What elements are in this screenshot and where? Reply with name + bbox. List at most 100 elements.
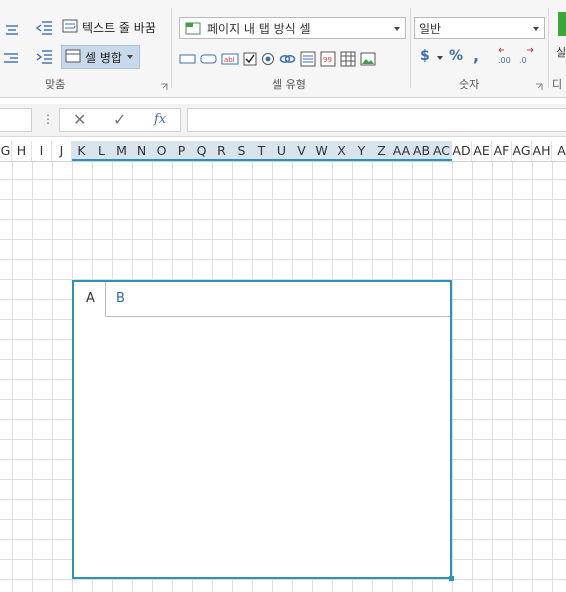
- list-icon[interactable]: [300, 51, 316, 70]
- column-header-s[interactable]: S: [232, 141, 252, 161]
- tab-cell-type-icon: [185, 21, 201, 35]
- column-header-k[interactable]: K: [72, 141, 92, 161]
- column-header-w[interactable]: W: [312, 141, 332, 161]
- column-header-l[interactable]: L: [92, 141, 112, 161]
- textbox-icon[interactable]: [179, 53, 196, 68]
- column-header-y[interactable]: Y: [352, 141, 372, 161]
- label-icon[interactable]: abl: [221, 52, 239, 69]
- column-header-ab[interactable]: AB: [412, 141, 432, 161]
- group-separator: [171, 8, 172, 88]
- radio-icon[interactable]: [261, 52, 275, 69]
- cell-type-select[interactable]: 페이지 내 탭 방식 셀: [179, 17, 406, 39]
- align-center-icon[interactable]: [0, 22, 20, 40]
- column-header-ag[interactable]: AG: [512, 141, 532, 161]
- number-format-select[interactable]: 일반: [414, 17, 545, 39]
- comma-style-button[interactable]: ,: [473, 46, 479, 65]
- column-header-g[interactable]: G: [0, 141, 12, 161]
- svg-text:.0: .0: [519, 56, 527, 65]
- selected-columns-indicator: [72, 159, 452, 161]
- hyperlink-icon[interactable]: [279, 53, 296, 68]
- currency-label: $: [420, 48, 430, 64]
- column-header-n[interactable]: N: [132, 141, 152, 161]
- column-header-ae[interactable]: AE: [472, 141, 492, 161]
- svg-text:abl: abl: [224, 56, 235, 64]
- column-header-q[interactable]: Q: [192, 141, 212, 161]
- column-header-a[interactable]: A: [552, 141, 566, 161]
- decrease-decimal-button[interactable]: .0: [518, 46, 536, 66]
- comma-label: ,: [473, 46, 480, 65]
- checkbox-icon[interactable]: [243, 52, 257, 69]
- column-header-h[interactable]: H: [12, 141, 32, 161]
- column-header-ac[interactable]: AC: [432, 141, 452, 161]
- ribbon: 텍스트 줄 바꿈 셀 병합 맞춤 페이지 내 탭 방식 셀 abl 99 셀 유…: [0, 0, 566, 98]
- alignment-group-label: 맞춤: [45, 78, 66, 91]
- column-header-i[interactable]: I: [32, 141, 52, 161]
- formula-bar-splitter-icon[interactable]: ⋮: [42, 112, 54, 126]
- formula-bar: ⋮ ✕ ✓ fx: [0, 104, 566, 137]
- cancel-icon[interactable]: ✕: [73, 110, 86, 129]
- alignment-dialog-launcher-icon[interactable]: [160, 80, 168, 94]
- tab-strip-control[interactable]: A B: [72, 280, 454, 581]
- column-header-j[interactable]: J: [52, 141, 72, 161]
- merge-cells-icon: [65, 48, 81, 67]
- number-group-label: 숫자: [459, 78, 480, 91]
- insert-function-icon[interactable]: fx: [154, 112, 166, 127]
- merge-cells-dropdown-icon: [126, 55, 133, 59]
- cell-type-group-label: 셀 유형: [272, 78, 306, 91]
- wrap-text-icon: [62, 18, 78, 37]
- partial-group-label: 디: [552, 78, 563, 91]
- button-icon[interactable]: [200, 53, 217, 68]
- tab-content-divider: [74, 316, 450, 317]
- number-format-value: 일반: [419, 21, 442, 36]
- partial-label-top: 실: [556, 46, 566, 59]
- column-header-ah[interactable]: AH: [532, 141, 552, 161]
- formula-input[interactable]: [187, 108, 566, 132]
- column-header-u[interactable]: U: [272, 141, 292, 161]
- tab-a[interactable]: A: [74, 282, 106, 317]
- tab-a-label: A: [86, 291, 95, 306]
- percent-button[interactable]: %: [449, 48, 463, 64]
- number-dialog-launcher-icon[interactable]: [535, 80, 543, 94]
- formula-buttons: ✕ ✓ fx: [59, 108, 181, 132]
- column-header-p[interactable]: P: [172, 141, 192, 161]
- column-header-af[interactable]: AF: [492, 141, 512, 161]
- cell-type-selected-value: 페이지 내 탭 방식 셀: [207, 21, 311, 36]
- svg-text:99: 99: [323, 56, 332, 64]
- increase-indent-icon[interactable]: [34, 47, 54, 67]
- wrap-text-button[interactable]: 텍스트 줄 바꿈: [62, 17, 156, 37]
- column-header-o[interactable]: O: [152, 141, 172, 161]
- column-header-t[interactable]: T: [252, 141, 272, 161]
- svg-text:.00: .00: [498, 56, 511, 65]
- align-right-icon[interactable]: [0, 50, 20, 68]
- merge-cells-button[interactable]: 셀 병합: [61, 45, 140, 69]
- column-header-x[interactable]: X: [332, 141, 352, 161]
- number-format-dropdown-icon: [533, 27, 539, 31]
- column-header-aa[interactable]: AA: [392, 141, 412, 161]
- increase-decimal-button[interactable]: .00: [498, 46, 516, 66]
- tab-b-label: B: [116, 291, 125, 306]
- name-box[interactable]: [0, 108, 32, 132]
- wrap-text-label: 텍스트 줄 바꿈: [82, 20, 156, 35]
- cell-type-icon-row: abl 99: [179, 51, 389, 69]
- group-separator: [410, 8, 411, 88]
- table-icon[interactable]: [340, 51, 356, 70]
- column-header-r[interactable]: R: [212, 141, 232, 161]
- image-icon[interactable]: [360, 52, 376, 69]
- column-header-v[interactable]: V: [292, 141, 312, 161]
- enter-icon[interactable]: ✓: [113, 110, 126, 129]
- column-header-m[interactable]: M: [112, 141, 132, 161]
- percent-label: %: [449, 48, 464, 64]
- currency-button[interactable]: $: [420, 48, 430, 64]
- currency-dropdown-icon[interactable]: [437, 56, 443, 60]
- number-icon[interactable]: 99: [320, 51, 336, 70]
- cell-type-dropdown-icon: [394, 27, 400, 31]
- decrease-indent-icon[interactable]: [34, 18, 54, 38]
- group-separator: [548, 8, 549, 88]
- decrease-decimal-icon: .0: [519, 47, 534, 65]
- run-icon[interactable]: [558, 12, 566, 36]
- column-header-ad[interactable]: AD: [452, 141, 472, 161]
- resize-handle[interactable]: [449, 576, 454, 581]
- tab-b[interactable]: B: [106, 282, 146, 316]
- column-header-z[interactable]: Z: [372, 141, 392, 161]
- merge-cells-label: 셀 병합: [85, 50, 122, 65]
